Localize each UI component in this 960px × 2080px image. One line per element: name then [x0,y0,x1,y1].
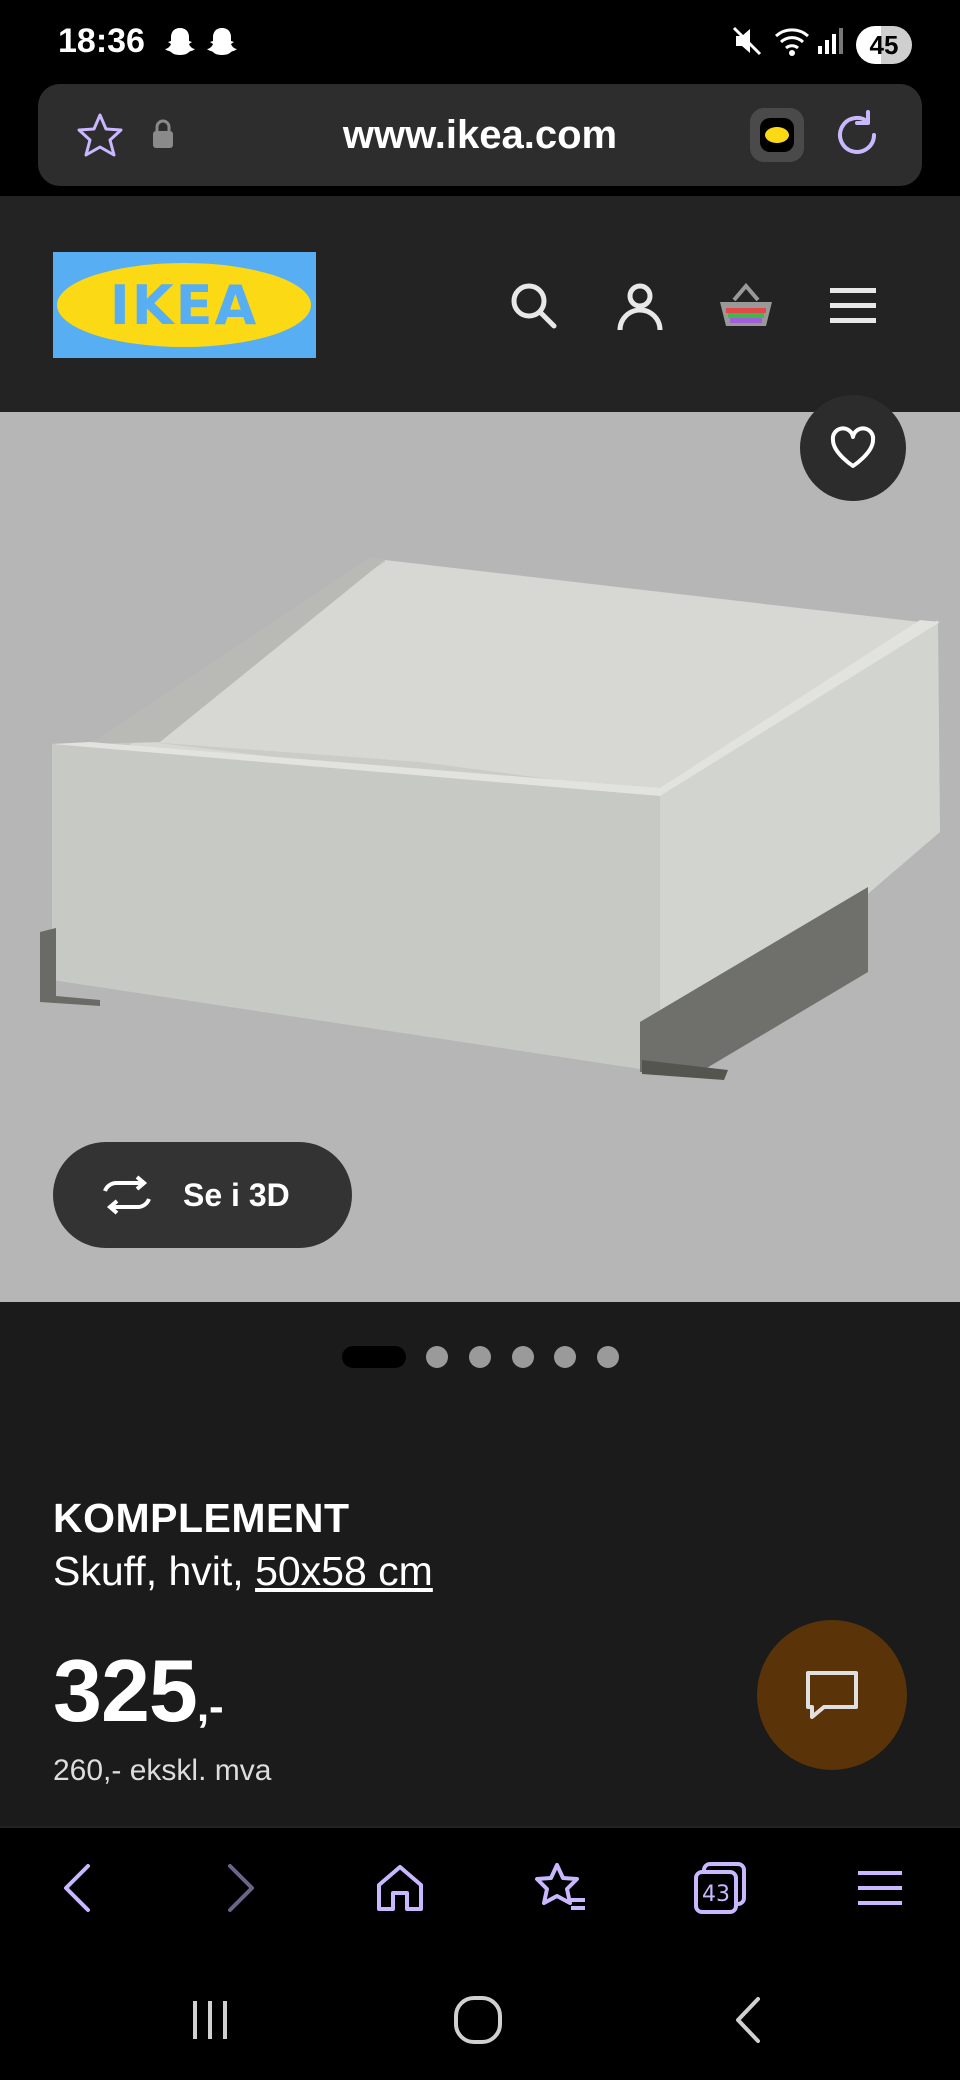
battery-level: 45 [856,26,912,64]
signal-icon [816,24,846,66]
carousel-dot[interactable] [342,1346,406,1368]
product-description: Skuff, hvit, 50x58 cm [53,1548,433,1595]
snapchat-icon [202,24,242,68]
ikea-logo[interactable]: IKEA [53,252,316,358]
home-icon [377,1865,423,1911]
account-icon[interactable] [612,278,668,339]
back-button[interactable] [38,1848,118,1928]
carousel-dot[interactable] [469,1346,491,1368]
home-button[interactable] [360,1848,440,1928]
heart-icon [830,426,876,468]
status-time: 18:36 [58,22,145,60]
reload-icon[interactable] [830,108,884,167]
bookmarks-star-icon [535,1863,585,1910]
view-3d-label: Se i 3D [183,1176,290,1213]
snapchat-icon [162,24,198,68]
bookmarks-button[interactable] [520,1848,600,1928]
view-3d-button[interactable]: Se i 3D [53,1142,352,1248]
hamburger-menu-icon [858,1871,902,1905]
product-description-text: Skuff, hvit, [53,1548,256,1594]
favorite-button[interactable] [800,395,906,501]
basket-icon[interactable] [716,278,776,339]
price-value: 325 [53,1641,198,1740]
recent-apps-icon [193,2001,227,2039]
ikea-logo-text: IKEA [110,274,259,337]
chat-button[interactable] [757,1620,907,1770]
tabs-button[interactable]: 43 [680,1848,760,1928]
product-name: KOMPLEMENT [53,1495,350,1541]
price-suffix: ,- [196,1682,224,1731]
mute-icon [730,24,764,66]
carousel-dots [0,1338,960,1372]
search-icon[interactable] [506,278,562,339]
browser-menu-button[interactable] [840,1848,920,1928]
rotate-3d-icon [99,1175,155,1215]
browser-bottom-nav [0,1826,960,1954]
tab-count: 43 [702,1882,730,1907]
product-price: 325,- [53,1640,224,1742]
price-excluding-vat: 260,- ekskl. mva [53,1754,272,1787]
forward-arrow-icon [228,1864,254,1912]
carousel-dot[interactable] [554,1346,576,1368]
forward-button[interactable] [200,1848,280,1928]
address-bar[interactable]: www.ikea.com [38,84,922,186]
system-home-icon [454,1996,502,2044]
chat-icon [806,1671,858,1719]
carousel-dot[interactable] [597,1346,619,1368]
product-size-link[interactable]: 50x58 cm [255,1548,433,1594]
system-back-button[interactable] [708,1980,788,2060]
system-home-button[interactable] [438,1980,518,2060]
site-app-icon[interactable] [750,108,804,162]
carousel-dot[interactable] [426,1346,448,1368]
recent-apps-button[interactable] [170,1980,250,2060]
system-back-icon [736,1997,760,2043]
wifi-icon [772,24,812,66]
back-arrow-icon [64,1864,90,1912]
menu-icon[interactable] [826,280,882,337]
carousel-dot[interactable] [512,1346,534,1368]
tabs-icon: 43 [694,1862,746,1914]
